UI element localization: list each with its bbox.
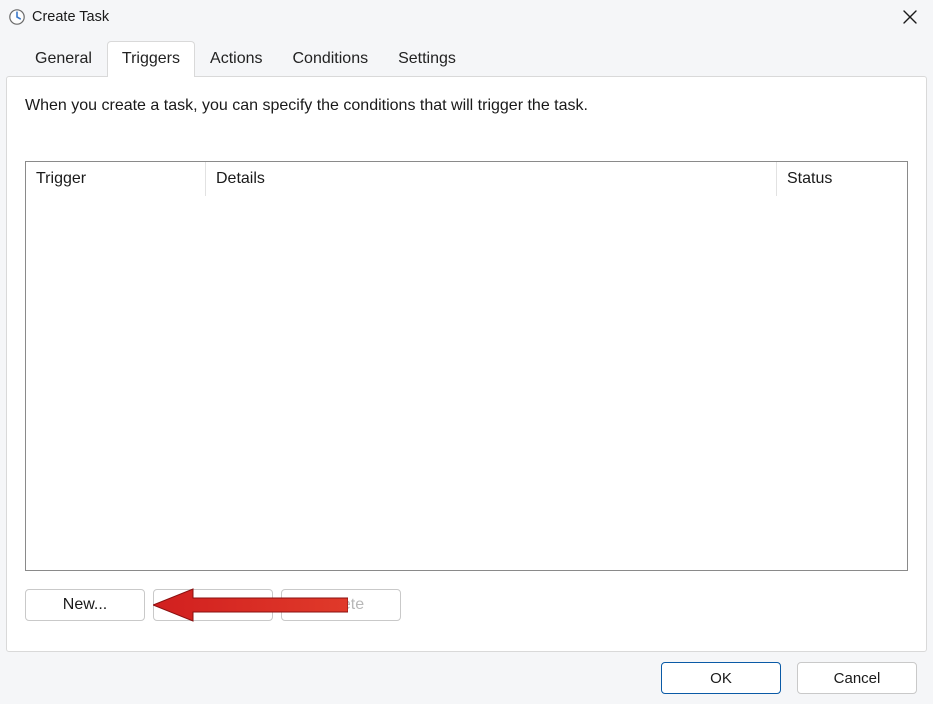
close-button[interactable] — [887, 0, 933, 34]
titlebar: Create Task — [0, 0, 933, 34]
col-header-details[interactable]: Details — [206, 162, 777, 196]
col-header-trigger[interactable]: Trigger — [26, 162, 206, 196]
delete-button[interactable]: Delete — [281, 589, 401, 621]
dialog-window: Create Task General Triggers Actions Con… — [0, 0, 933, 704]
tab-conditions[interactable]: Conditions — [277, 41, 383, 77]
tab-strip: General Triggers Actions Conditions Sett… — [6, 40, 927, 76]
edit-button[interactable]: Edit... — [153, 589, 273, 621]
cancel-button[interactable]: Cancel — [797, 662, 917, 694]
table-header: Trigger Details Status — [26, 162, 907, 196]
tab-settings[interactable]: Settings — [383, 41, 471, 77]
client-area: General Triggers Actions Conditions Sett… — [0, 34, 933, 652]
new-button[interactable]: New... — [25, 589, 145, 621]
action-row: New... Edit... Delete — [25, 589, 908, 621]
tab-actions[interactable]: Actions — [195, 41, 277, 77]
dialog-footer: OK Cancel — [0, 652, 933, 704]
col-header-status[interactable]: Status — [777, 162, 907, 196]
window-title: Create Task — [32, 9, 109, 25]
triggers-table[interactable]: Trigger Details Status — [25, 161, 908, 571]
tab-general[interactable]: General — [20, 41, 107, 77]
app-icon — [8, 8, 26, 26]
triggers-panel: When you create a task, you can specify … — [6, 76, 927, 652]
tab-triggers[interactable]: Triggers — [107, 41, 195, 77]
panel-description: When you create a task, you can specify … — [25, 97, 908, 115]
ok-button[interactable]: OK — [661, 662, 781, 694]
